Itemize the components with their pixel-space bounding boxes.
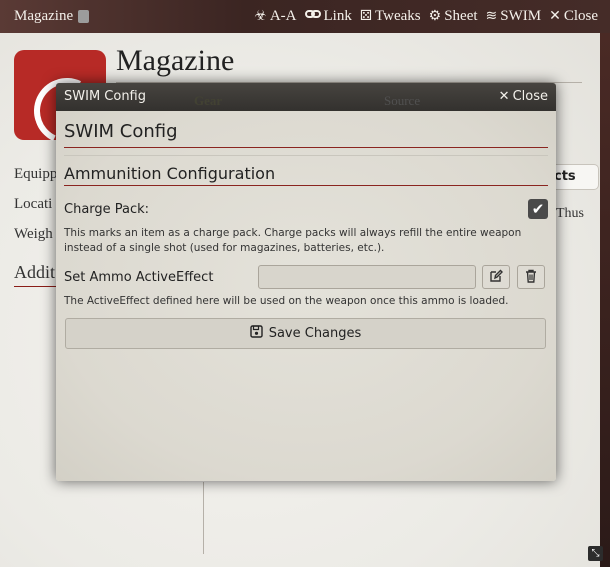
location-label: Locati [14, 196, 53, 212]
swim-icon: ≋ [485, 9, 498, 24]
ammo-effect-input[interactable] [258, 265, 476, 289]
window-close-button[interactable]: ✕ Close [549, 8, 598, 25]
close-icon: ✕ [498, 89, 510, 104]
weight-label: Weigh [14, 226, 53, 242]
biohazard-icon: ☣ [254, 9, 267, 24]
divider [64, 147, 548, 148]
divider [203, 482, 204, 554]
resize-handle-icon[interactable]: ⤡ [588, 546, 603, 561]
item-sheet-titlebar: Magazine ☣ A-A Link ⚄ Tweaks ⚙ Sheet ≋ S… [0, 0, 610, 33]
save-icon [250, 325, 263, 342]
swim-config-dialog: SWIM Config ✕ Close Gear Source SWIM Con… [56, 83, 556, 481]
tweaks-button[interactable]: ⚄ Tweaks [360, 8, 421, 25]
divider [64, 155, 548, 156]
charge-pack-label: Charge Pack: [64, 202, 150, 217]
sheet-label: Sheet [444, 8, 478, 24]
window-close-label: Close [563, 8, 598, 24]
tab-label: cts [556, 169, 576, 184]
gear-icon: ⚙ [428, 9, 442, 24]
dialog-close-label: Close [512, 89, 548, 104]
link-icon [304, 8, 321, 25]
window-controls: ☣ A-A Link ⚄ Tweaks ⚙ Sheet ≋ SWIM ✕ Clo… [254, 8, 598, 25]
tab-effects[interactable]: cts [556, 164, 599, 190]
swim-label: SWIM [500, 8, 542, 24]
swim-button[interactable]: ≋ SWIM [486, 8, 542, 25]
equipped-label: Equipp [14, 166, 58, 182]
ammo-effect-hint: The ActiveEffect defined here will be us… [64, 295, 509, 307]
save-changes-button[interactable]: Save Changes [65, 318, 546, 349]
dialog-close-button[interactable]: ✕ Close [499, 89, 548, 104]
ghost-source-text: Source [384, 93, 421, 108]
charge-pack-checkbox[interactable]: ✔ [528, 199, 548, 219]
aa-button[interactable]: ☣ A-A [254, 8, 296, 25]
aa-label: A-A [269, 8, 297, 24]
tweaks-label: Tweaks [375, 8, 421, 24]
link-label: Link [323, 8, 352, 24]
dice-icon: ⚄ [359, 9, 373, 24]
dialog-heading: SWIM Config [64, 121, 178, 142]
edit-effect-button[interactable] [482, 265, 510, 289]
book-icon [78, 10, 90, 23]
ammo-effect-label: Set Ammo ActiveEffect [64, 270, 214, 285]
section-heading: Ammunition Configuration [64, 164, 276, 183]
sheet-button[interactable]: ⚙ Sheet [429, 8, 478, 25]
trash-icon [525, 268, 537, 287]
close-icon: ✕ [549, 9, 561, 24]
divider [64, 185, 548, 186]
edit-icon [489, 268, 503, 287]
dialog-titlebar: SWIM Config ✕ Close Gear Source [56, 83, 556, 111]
description-text: Thus [556, 206, 584, 221]
dialog-title: SWIM Config [64, 89, 146, 104]
save-changes-label: Save Changes [268, 326, 362, 341]
window-title-text: Magazine [14, 8, 74, 24]
charge-pack-hint: This marks an item as a charge pack. Cha… [64, 227, 522, 254]
checkmark-icon: ✔ [531, 200, 545, 218]
item-name-heading[interactable]: Magazine [116, 44, 234, 78]
delete-effect-button[interactable] [517, 265, 545, 289]
ghost-gear-text: Gear [194, 93, 223, 108]
scrollbar-area [600, 33, 610, 567]
additional-heading: Addit [14, 262, 56, 282]
link-button[interactable]: Link [304, 8, 352, 25]
window-title: Magazine [14, 8, 90, 25]
